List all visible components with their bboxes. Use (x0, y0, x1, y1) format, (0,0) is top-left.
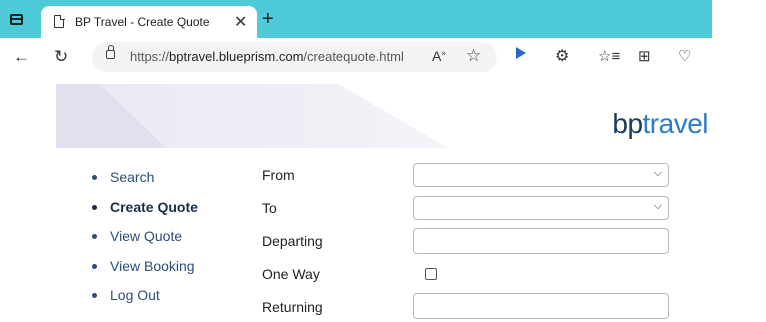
returning-input[interactable] (413, 293, 669, 319)
from-select[interactable]: ⌵ (413, 163, 669, 187)
chevron-down-icon: ⌵ (653, 167, 662, 179)
collections-icon[interactable]: ⊞ (638, 47, 651, 67)
extensions-icon[interactable]: ⚙ (555, 47, 569, 67)
bullet (92, 205, 97, 210)
nav-link-view-booking[interactable]: View Booking (110, 258, 195, 274)
returning-label: Returning (262, 299, 323, 315)
bullet (92, 264, 97, 269)
nav-link-view-quote[interactable]: View Quote (110, 228, 182, 244)
favorite-star-icon[interactable]: ☆ (466, 46, 481, 66)
tab-title: BP Travel - Create Quote (75, 15, 210, 29)
new-tab-icon[interactable]: + (262, 9, 274, 29)
browser-toolbar: ← ↻ https://bptravel.blueprism.com/creat… (0, 38, 712, 78)
page-banner: bptravel (56, 84, 712, 148)
departing-input[interactable] (413, 228, 669, 254)
brand-logo: bptravel (612, 108, 708, 139)
refresh-icon[interactable]: ↻ (54, 47, 68, 67)
bullet (92, 234, 97, 239)
one-way-label: One Way (262, 266, 320, 282)
read-aloud-icon[interactable]: A» (432, 48, 446, 64)
nav-link-log-out[interactable]: Log Out (110, 287, 160, 303)
nav-link-search[interactable]: Search (110, 169, 154, 185)
bullet (92, 175, 97, 180)
back-icon[interactable]: ← (13, 47, 30, 67)
one-way-checkbox[interactable] (425, 268, 437, 280)
browser-tabstrip: BP Travel - Create Quote ✕ + (0, 0, 712, 38)
to-select[interactable]: ⌵ (413, 196, 669, 220)
close-icon[interactable]: ✕ (234, 12, 247, 32)
bullet (92, 293, 97, 298)
page-icon (54, 14, 65, 28)
play-icon[interactable] (516, 47, 526, 59)
browser-essentials-icon[interactable]: ♡ (678, 47, 691, 67)
tabstrip-gap (712, 0, 766, 78)
departing-label: Departing (262, 233, 323, 249)
address-bar[interactable]: https://bptravel.blueprism.com/createquo… (92, 42, 497, 72)
nav-link-create-quote[interactable]: Create Quote (110, 199, 198, 215)
window-icon[interactable] (10, 14, 23, 25)
lock-icon[interactable] (106, 45, 115, 59)
from-label: From (262, 167, 295, 183)
browser-tab[interactable]: BP Travel - Create Quote ✕ (41, 6, 257, 38)
favorites-icon[interactable]: ☆≡ (598, 47, 620, 67)
chevron-down-icon: ⌵ (653, 200, 662, 212)
to-label: To (262, 200, 277, 216)
url-text: https://bptravel.blueprism.com/createquo… (130, 49, 404, 64)
